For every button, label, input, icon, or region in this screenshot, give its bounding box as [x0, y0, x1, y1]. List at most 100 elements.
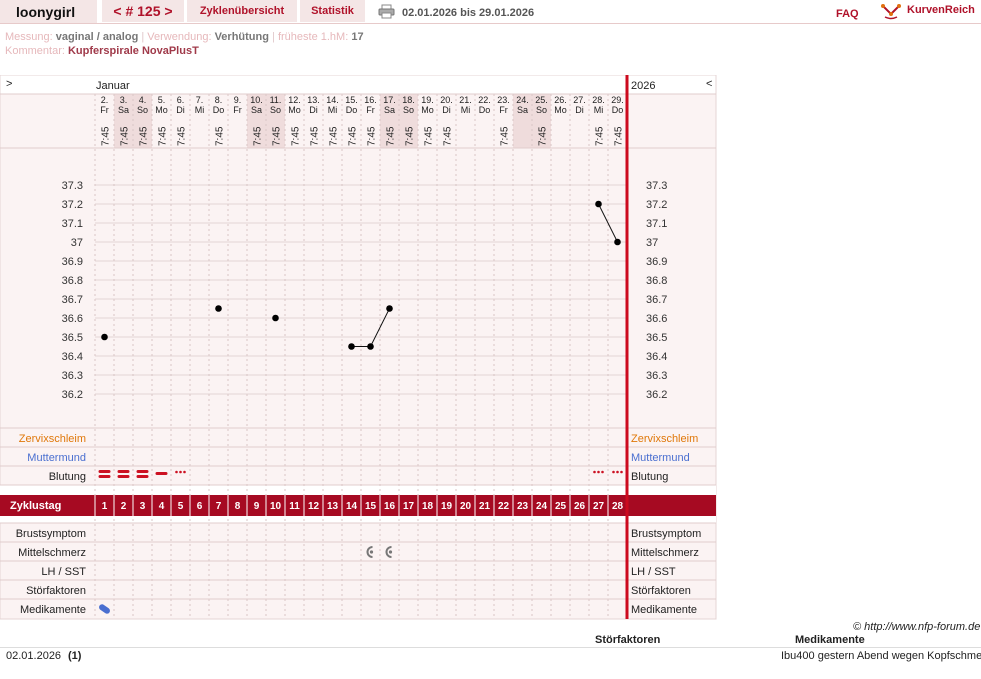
- day-date: 3.: [120, 95, 128, 105]
- cycle-day-number: 3: [140, 501, 146, 512]
- row-label-stoer: Störfaktoren: [26, 585, 86, 597]
- medication-note: Ibu400 gestern Abend wegen Kopfschmerzen: [781, 650, 981, 662]
- kommentar-value: Kupferspirale NovaPlusT: [67, 45, 199, 57]
- measurement-time: 7:45: [386, 126, 397, 146]
- y-tick-left: 36.2: [62, 389, 83, 401]
- temp-point: [215, 305, 222, 312]
- cycle-day-number: 18: [422, 501, 434, 512]
- separator: |: [141, 31, 145, 43]
- day-date: 17.: [383, 95, 396, 105]
- day-date: 13.: [307, 95, 320, 105]
- day-date: 8.: [215, 95, 223, 105]
- brand-name[interactable]: KurvenReich: [907, 4, 975, 16]
- cycle-day-number: 8: [235, 501, 241, 512]
- cycle-day-number: 19: [441, 501, 453, 512]
- messung-label: Messung:: [5, 31, 53, 43]
- measurement-time: 7:45: [348, 126, 359, 146]
- measurement-time: 7:45: [272, 126, 283, 146]
- day-weekday: So: [137, 105, 148, 115]
- measurement-time: 7:45: [424, 126, 435, 146]
- cycle-day-number: 12: [308, 501, 320, 512]
- kurvenreich-logo-icon[interactable]: [881, 2, 901, 20]
- bleeding-spotting: [612, 470, 615, 474]
- tab-statistik[interactable]: Statistik: [300, 0, 365, 22]
- day-weekday: Sa: [251, 105, 262, 115]
- row-label-blutung: Blutung: [49, 471, 86, 483]
- measurement-time: 7:45: [405, 126, 416, 146]
- row-label-muttermund: Muttermund: [27, 452, 86, 464]
- day-weekday: Do: [612, 105, 624, 115]
- day-weekday: Fr: [100, 105, 109, 115]
- measurement-time: 7:45: [120, 126, 131, 146]
- day-date: 16.: [364, 95, 377, 105]
- day-date: 7.: [196, 95, 204, 105]
- cycle-day-number: 22: [498, 501, 510, 512]
- day-weekday: So: [536, 105, 547, 115]
- cycle-day-number: 15: [365, 501, 377, 512]
- day-weekday: Mo: [155, 105, 168, 115]
- day-weekday: Mi: [195, 105, 205, 115]
- date-range: 02.01.2026 bis 29.01.2026: [402, 7, 535, 19]
- day-date: 5.: [158, 95, 166, 105]
- day-weekday: Do: [213, 105, 225, 115]
- y-tick-right: 37.2: [646, 199, 667, 211]
- bleeding-spotting: [616, 470, 619, 474]
- bleeding-heavy: [117, 475, 130, 478]
- y-tick-right: 36.3: [646, 370, 667, 382]
- temp-point: [614, 238, 621, 246]
- day-date: 29.: [611, 95, 624, 105]
- y-tick-right: 37: [646, 237, 658, 249]
- y-tick-left: 36.9: [62, 256, 83, 268]
- print-icon[interactable]: [378, 4, 395, 19]
- y-tick-right: 37.1: [646, 218, 667, 230]
- measurement-time: 7:45: [215, 126, 226, 146]
- temp-point: [367, 343, 374, 350]
- copyright[interactable]: © http://www.nfp-forum.de: [853, 621, 980, 633]
- cycle-day-number: 25: [555, 501, 567, 512]
- faq-link[interactable]: FAQ: [836, 8, 859, 20]
- spacer-row: [0, 516, 716, 523]
- day-date: 9.: [234, 95, 242, 105]
- day-weekday: Mi: [328, 105, 338, 115]
- day-date: 22.: [478, 95, 491, 105]
- bleeding-heavy: [98, 470, 111, 473]
- day-date: 4.: [139, 95, 147, 105]
- cycle-day-number: 6: [197, 501, 203, 512]
- row-label-lh: LH / SST: [41, 566, 86, 578]
- day-date: 25.: [535, 95, 548, 105]
- day-date: 18.: [402, 95, 415, 105]
- measurement-time: 7:45: [595, 126, 606, 146]
- day-date: 6.: [177, 95, 185, 105]
- day-date: 12.: [288, 95, 301, 105]
- y-tick-left: 37.1: [62, 218, 83, 230]
- username[interactable]: loonygirl: [16, 4, 75, 20]
- y-tick-right: 36.2: [646, 389, 667, 401]
- cycle-day-number: 21: [479, 501, 491, 512]
- day-weekday: Do: [479, 105, 491, 115]
- footer-divider: [0, 647, 981, 648]
- row-label-zervix: Zervixschleim: [19, 433, 86, 445]
- tab-zyklenuebersicht[interactable]: Zyklenübersicht: [187, 0, 297, 22]
- y-tick-left: 37.3: [62, 180, 83, 192]
- day-weekday: Sa: [118, 105, 129, 115]
- day-date: 14.: [326, 95, 339, 105]
- day-weekday: Fr: [233, 105, 242, 115]
- measurement-time: 7:45: [329, 126, 340, 146]
- y-tick-right: 36.4: [646, 351, 667, 363]
- cycle-nav[interactable]: < # 125 >: [102, 0, 184, 22]
- separator: |: [272, 31, 275, 43]
- y-tick-left: 36.8: [62, 275, 83, 287]
- hm-label: früheste 1.hM:: [277, 31, 349, 43]
- prev-cycle-arrow: >: [6, 78, 12, 90]
- row-label-mittel: Mittelschmerz: [18, 547, 86, 559]
- cycle-day-number: 20: [460, 501, 472, 512]
- day-date: 19.: [421, 95, 434, 105]
- bleeding-spotting: [593, 470, 596, 474]
- measurement-time: 7:45: [614, 126, 625, 146]
- cycle-day-number: 4: [159, 501, 165, 512]
- day-date: 23.: [497, 95, 510, 105]
- mittelschmerz-icon-dot: [388, 550, 393, 554]
- next-cycle-arrow: <: [706, 78, 712, 90]
- y-tick-left: 36.7: [62, 294, 83, 306]
- hm-value: 17: [351, 31, 364, 43]
